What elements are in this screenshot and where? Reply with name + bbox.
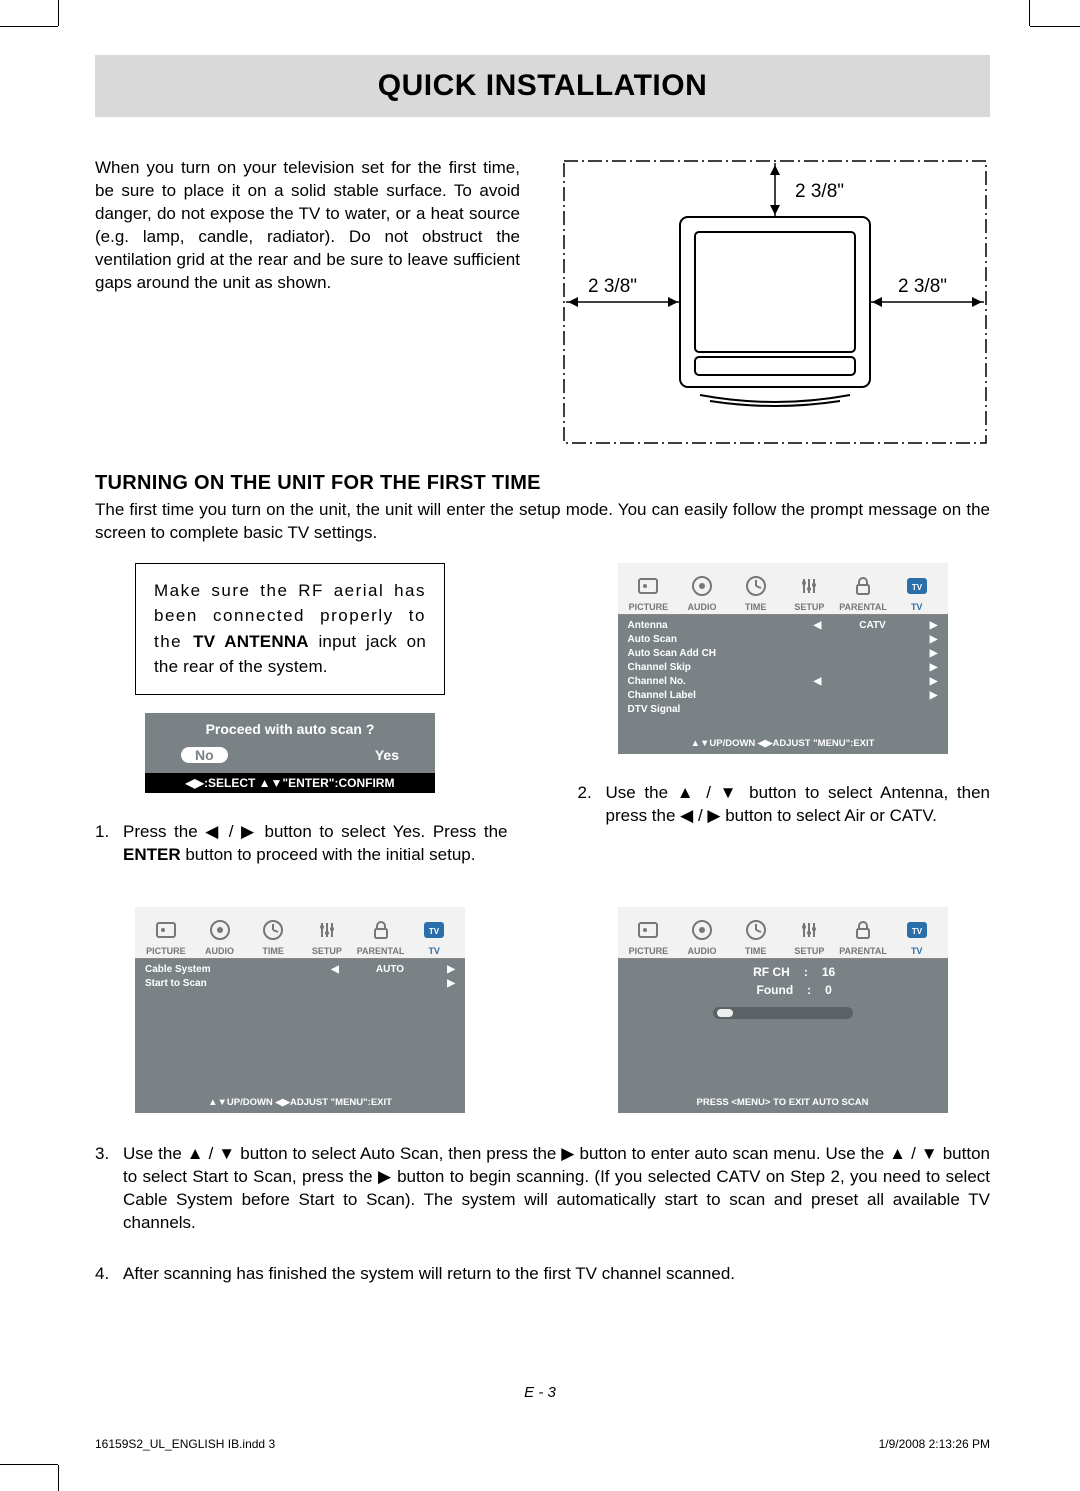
audio-icon [206, 917, 234, 945]
osd-row[interactable]: Auto Scan▶ [628, 633, 938, 647]
gap-left-label: 2 3/8" [588, 276, 637, 297]
svg-text:TV: TV [912, 583, 923, 592]
osd-tv-menu: PICTUREAUDIOTIMESETUPPARENTALTVTV Antenn… [618, 563, 948, 754]
osd-row[interactable]: Channel Skip▶ [628, 661, 938, 675]
time-icon [742, 917, 770, 945]
osd-scanning-panel: PICTUREAUDIOTIMESETUPPARENTALTVTV RF CH:… [618, 907, 948, 1113]
dialog-question: Proceed with auto scan ? [145, 713, 435, 747]
parental-icon [849, 917, 877, 945]
dialog-no-option[interactable]: No [181, 747, 228, 763]
osd-tab-audio[interactable]: AUDIO [675, 573, 729, 612]
page-title: QUICK INSTALLATION [95, 55, 990, 117]
intro-paragraph: When you turn on your television set for… [95, 157, 520, 447]
picture-icon [152, 917, 180, 945]
osd-tab-picture[interactable]: PICTURE [622, 917, 676, 956]
autoscan-prompt: Proceed with auto scan ? No Yes ◀▶:SELEC… [145, 713, 435, 793]
step-1: 1. Press the ◀ / ▶ button to select Yes.… [95, 821, 508, 867]
osd-tab-time[interactable]: TIME [246, 917, 300, 956]
osd-tab-parental[interactable]: PARENTAL [354, 917, 408, 956]
setup-icon [313, 917, 341, 945]
osd-row[interactable]: Antenna◀CATV▶ [628, 619, 938, 633]
audio-icon [688, 917, 716, 945]
osd-row[interactable]: DTV Signal [628, 703, 938, 717]
osd-tab-picture[interactable]: PICTURE [622, 573, 676, 612]
osd-tab-audio[interactable]: AUDIO [193, 917, 247, 956]
svg-text:TV: TV [912, 927, 923, 936]
step-4: 4.After scanning has finished the system… [95, 1263, 990, 1286]
osd-tab-tv[interactable]: TVTV [890, 573, 944, 612]
osd-tab-tv[interactable]: TVTV [407, 917, 461, 956]
osd-row[interactable]: Channel No.◀▶ [628, 675, 938, 689]
osd-tab-tv[interactable]: TVTV [890, 917, 944, 956]
osd-row[interactable]: Channel Label▶ [628, 689, 938, 703]
step-2: 2. Use the ▲ / ▼ button to select Antenn… [578, 782, 991, 828]
picture-icon [634, 573, 662, 601]
step-3: 3.Use the ▲ / ▼ button to select Auto Sc… [95, 1143, 990, 1235]
gap-right-label: 2 3/8" [898, 276, 947, 297]
rf-antenna-note: Make sure the RF aerial has been connect… [135, 563, 445, 695]
section-heading: TURNING ON THE UNIT FOR THE FIRST TIME [95, 472, 990, 495]
footer-filename: 16159S2_UL_ENGLISH IB.indd 3 [95, 1437, 275, 1451]
setup-icon [795, 573, 823, 601]
osd-tab-setup[interactable]: SETUP [783, 573, 837, 612]
parental-icon [367, 917, 395, 945]
osd-row[interactable]: Auto Scan Add CH▶ [628, 647, 938, 661]
audio-icon [688, 573, 716, 601]
section-text: The first time you turn on the unit, the… [95, 499, 990, 545]
clearance-diagram: 2 3/8" 2 3/8" 2 3/8" [560, 157, 990, 447]
osd-tab-picture[interactable]: PICTURE [139, 917, 193, 956]
osd-tab-parental[interactable]: PARENTAL [836, 573, 890, 612]
osd-tab-time[interactable]: TIME [729, 573, 783, 612]
parental-icon [849, 573, 877, 601]
tv-icon: TV [903, 573, 931, 601]
osd-tab-audio[interactable]: AUDIO [675, 917, 729, 956]
dialog-yes-option[interactable]: Yes [375, 747, 399, 763]
setup-icon [795, 917, 823, 945]
footer-timestamp: 1/9/2008 2:13:26 PM [879, 1437, 990, 1451]
time-icon [742, 573, 770, 601]
time-icon [259, 917, 287, 945]
tv-icon: TV [420, 917, 448, 945]
osd-tab-parental[interactable]: PARENTAL [836, 917, 890, 956]
osd-tab-time[interactable]: TIME [729, 917, 783, 956]
svg-text:TV: TV [429, 927, 440, 936]
osd-row[interactable]: Cable System◀AUTO▶ [145, 963, 455, 977]
osd-tab-setup[interactable]: SETUP [783, 917, 837, 956]
osd-autoscan-menu: PICTUREAUDIOTIMESETUPPARENTALTVTV Cable … [135, 907, 465, 1113]
scan-progress-bar [713, 1007, 853, 1019]
osd-row[interactable]: Start to Scan▶ [145, 977, 455, 991]
tv-icon: TV [903, 917, 931, 945]
page-number: E - 3 [0, 1384, 1080, 1401]
osd-tab-setup[interactable]: SETUP [300, 917, 354, 956]
dialog-footer: ◀▶:SELECT ▲▼"ENTER":CONFIRM [145, 773, 435, 793]
picture-icon [634, 917, 662, 945]
gap-top-label: 2 3/8" [795, 181, 844, 202]
